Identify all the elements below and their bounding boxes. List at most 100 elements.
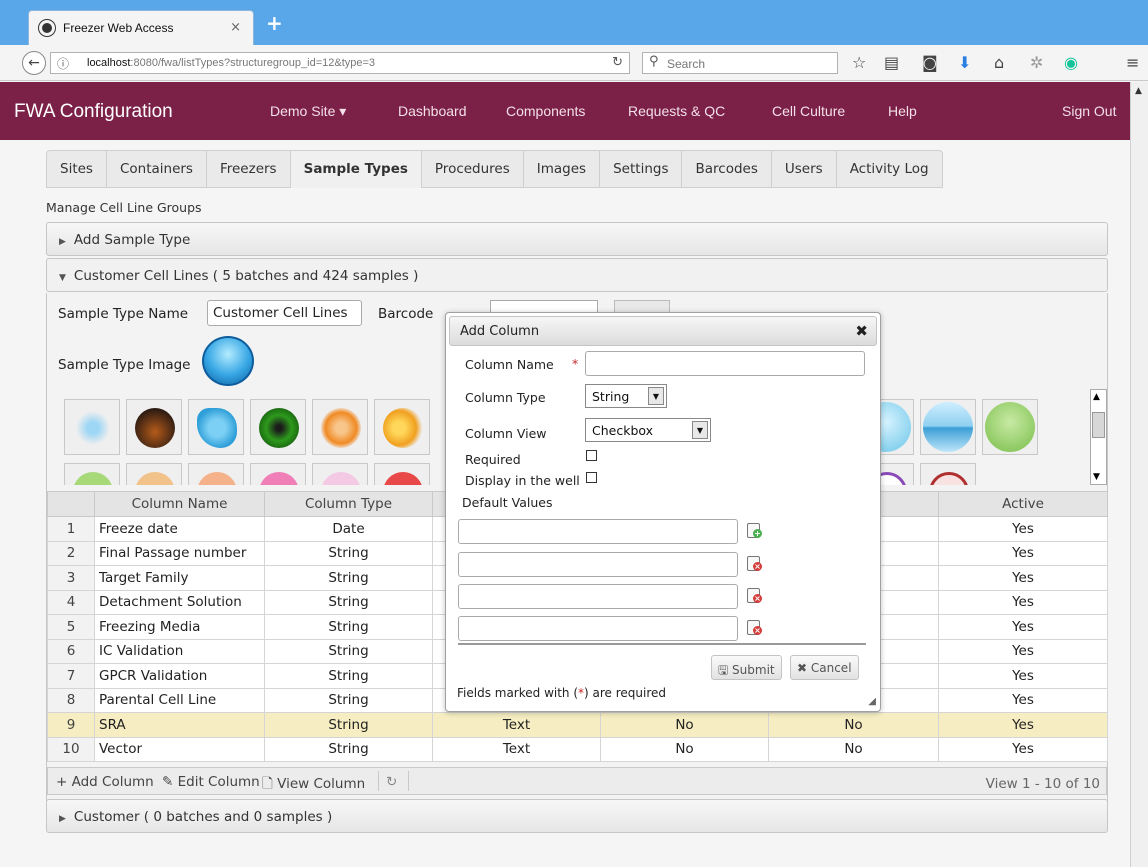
dialog-title-bar[interactable]: Add Column ✖ xyxy=(449,316,877,346)
image-option[interactable] xyxy=(126,399,182,455)
image-option[interactable] xyxy=(374,463,430,485)
table-row-selected[interactable]: 9 SRA String Text No No Yes xyxy=(47,712,1108,738)
pocket-icon[interactable]: ◙ xyxy=(922,54,938,72)
url-bar[interactable]: ⓘ localhost:8080/fwa/listTypes?structure… xyxy=(50,52,630,74)
column-view-select[interactable]: Checkbox ▼ xyxy=(585,418,711,442)
image-option[interactable] xyxy=(982,399,1038,455)
required-note-prefix: Fields marked with ( xyxy=(457,686,579,700)
display-in-well-checkbox[interactable] xyxy=(586,472,597,483)
tab-containers[interactable]: Containers xyxy=(107,151,207,188)
image-option[interactable] xyxy=(64,399,120,455)
browser-tab[interactable]: Freezer Web Access × xyxy=(28,10,254,46)
sample-type-name-input[interactable]: Customer Cell Lines xyxy=(207,300,362,326)
cell-column-view: Text xyxy=(432,712,601,738)
sign-out-link[interactable]: Sign Out xyxy=(1062,103,1116,119)
refresh-icon[interactable]: ↻ xyxy=(386,774,397,790)
close-icon[interactable]: ✖ xyxy=(855,322,868,340)
image-option[interactable] xyxy=(64,463,120,485)
col-header-active[interactable]: Active xyxy=(938,491,1108,517)
cell-column-name: Target Family xyxy=(94,565,265,591)
resize-handle-icon[interactable]: ◢ xyxy=(868,696,876,707)
image-option[interactable] xyxy=(920,463,976,485)
default-value-input[interactable] xyxy=(458,552,738,577)
nav-demo-site[interactable]: Demo Site ▾ xyxy=(270,103,346,120)
reload-icon[interactable]: ↻ xyxy=(612,55,623,70)
tab-users[interactable]: Users xyxy=(772,151,837,188)
col-header-column-type[interactable]: Column Type xyxy=(264,491,433,517)
default-value-input[interactable] xyxy=(458,616,738,641)
back-arrow-icon[interactable]: ← xyxy=(22,51,46,75)
edit-column-button[interactable]: ✎ Edit Column xyxy=(162,774,260,790)
customer-section-header[interactable]: ▶ Customer ( 0 batches and 0 samples ) xyxy=(46,799,1108,833)
home-icon[interactable]: ⌂ xyxy=(994,54,1004,72)
submit-button[interactable]: 🖫 Submit xyxy=(711,655,782,680)
image-option[interactable] xyxy=(250,399,306,455)
grammarly-icon[interactable]: ◉ xyxy=(1064,54,1078,72)
remove-value-icon[interactable]: × xyxy=(747,588,762,603)
browser-search-input[interactable]: ⚲ Search xyxy=(642,52,838,74)
image-option[interactable] xyxy=(920,399,976,455)
add-column-dialog: Add Column ✖ Column Name * Column Type S… xyxy=(445,312,881,712)
column-name-input[interactable] xyxy=(585,351,865,376)
image-option[interactable] xyxy=(374,399,430,455)
tab-settings[interactable]: Settings xyxy=(600,151,683,188)
remove-value-icon[interactable]: × xyxy=(747,556,762,571)
tab-activity-log[interactable]: Activity Log xyxy=(837,151,942,188)
extension-icon[interactable]: ✲ xyxy=(1030,54,1043,72)
image-option[interactable] xyxy=(188,399,244,455)
view-column-button[interactable]: 🗋 View Column xyxy=(262,774,365,797)
nav-requests-qc[interactable]: Requests & QC xyxy=(628,103,725,119)
nav-dashboard[interactable]: Dashboard xyxy=(398,103,467,119)
page-scrollbar[interactable]: ▲ xyxy=(1130,82,1148,867)
new-tab-icon[interactable]: + xyxy=(266,13,283,33)
cell-column-type: String xyxy=(264,663,433,689)
app-brand[interactable]: FWA Configuration xyxy=(14,101,173,123)
pager-divider xyxy=(408,771,409,791)
tab-procedures[interactable]: Procedures xyxy=(422,151,524,188)
tab-sample-types[interactable]: Sample Types xyxy=(290,151,422,188)
required-checkbox[interactable] xyxy=(586,450,597,461)
column-type-select[interactable]: String ▼ xyxy=(585,384,667,408)
cell-column-name: Freezing Media xyxy=(94,614,265,640)
collapsed-arrow-icon: ▶ xyxy=(59,814,66,824)
nav-components[interactable]: Components xyxy=(506,103,585,119)
cancel-button[interactable]: ✖ Cancel xyxy=(790,655,859,680)
reading-list-icon[interactable]: ▤ xyxy=(884,54,899,72)
scroll-thumb[interactable] xyxy=(1092,412,1105,438)
image-option[interactable] xyxy=(126,463,182,485)
customer-cell-lines-header[interactable]: ▼ Customer Cell Lines ( 5 batches and 424… xyxy=(46,258,1108,292)
image-option[interactable] xyxy=(250,463,306,485)
nav-cell-culture[interactable]: Cell Culture xyxy=(772,103,845,119)
default-value-input[interactable] xyxy=(458,519,738,544)
download-icon[interactable]: ⬇ xyxy=(958,54,971,72)
info-icon[interactable]: ⓘ xyxy=(57,55,69,72)
menu-icon[interactable]: ≡ xyxy=(1126,54,1139,72)
nav-help[interactable]: Help xyxy=(888,103,917,119)
image-option[interactable] xyxy=(312,399,368,455)
add-sample-type-header[interactable]: ▶ Add Sample Type xyxy=(46,222,1108,256)
default-value-input[interactable] xyxy=(458,584,738,609)
barcode-select[interactable] xyxy=(490,300,598,312)
add-column-button[interactable]: + Add Column xyxy=(56,774,154,790)
tab-images[interactable]: Images xyxy=(524,151,601,188)
add-value-icon[interactable]: + xyxy=(747,523,762,538)
col-header-column-name[interactable]: Column Name xyxy=(94,491,265,517)
cell-column-type: String xyxy=(264,589,433,615)
tab-freezers[interactable]: Freezers xyxy=(207,151,291,188)
image-picker-scrollbar[interactable]: ▲ ▼ xyxy=(1090,389,1107,485)
tab-sites[interactable]: Sites xyxy=(47,151,107,188)
close-tab-icon[interactable]: × xyxy=(230,20,241,35)
table-row[interactable]: 10 Vector String Text No No Yes xyxy=(47,736,1108,762)
selected-sample-image[interactable] xyxy=(202,336,254,386)
tab-barcodes[interactable]: Barcodes xyxy=(682,151,772,188)
scroll-up-icon[interactable]: ▲ xyxy=(1135,86,1142,96)
scroll-up-icon[interactable]: ▲ xyxy=(1093,392,1100,402)
star-icon[interactable]: ☆ xyxy=(852,54,866,72)
image-option[interactable] xyxy=(312,463,368,485)
row-number: 7 xyxy=(47,663,95,689)
remove-value-icon[interactable]: × xyxy=(747,620,762,635)
barcode-button[interactable] xyxy=(614,300,670,312)
cell-column-name: IC Validation xyxy=(94,638,265,664)
scroll-down-icon[interactable]: ▼ xyxy=(1093,472,1100,482)
image-option[interactable] xyxy=(188,463,244,485)
